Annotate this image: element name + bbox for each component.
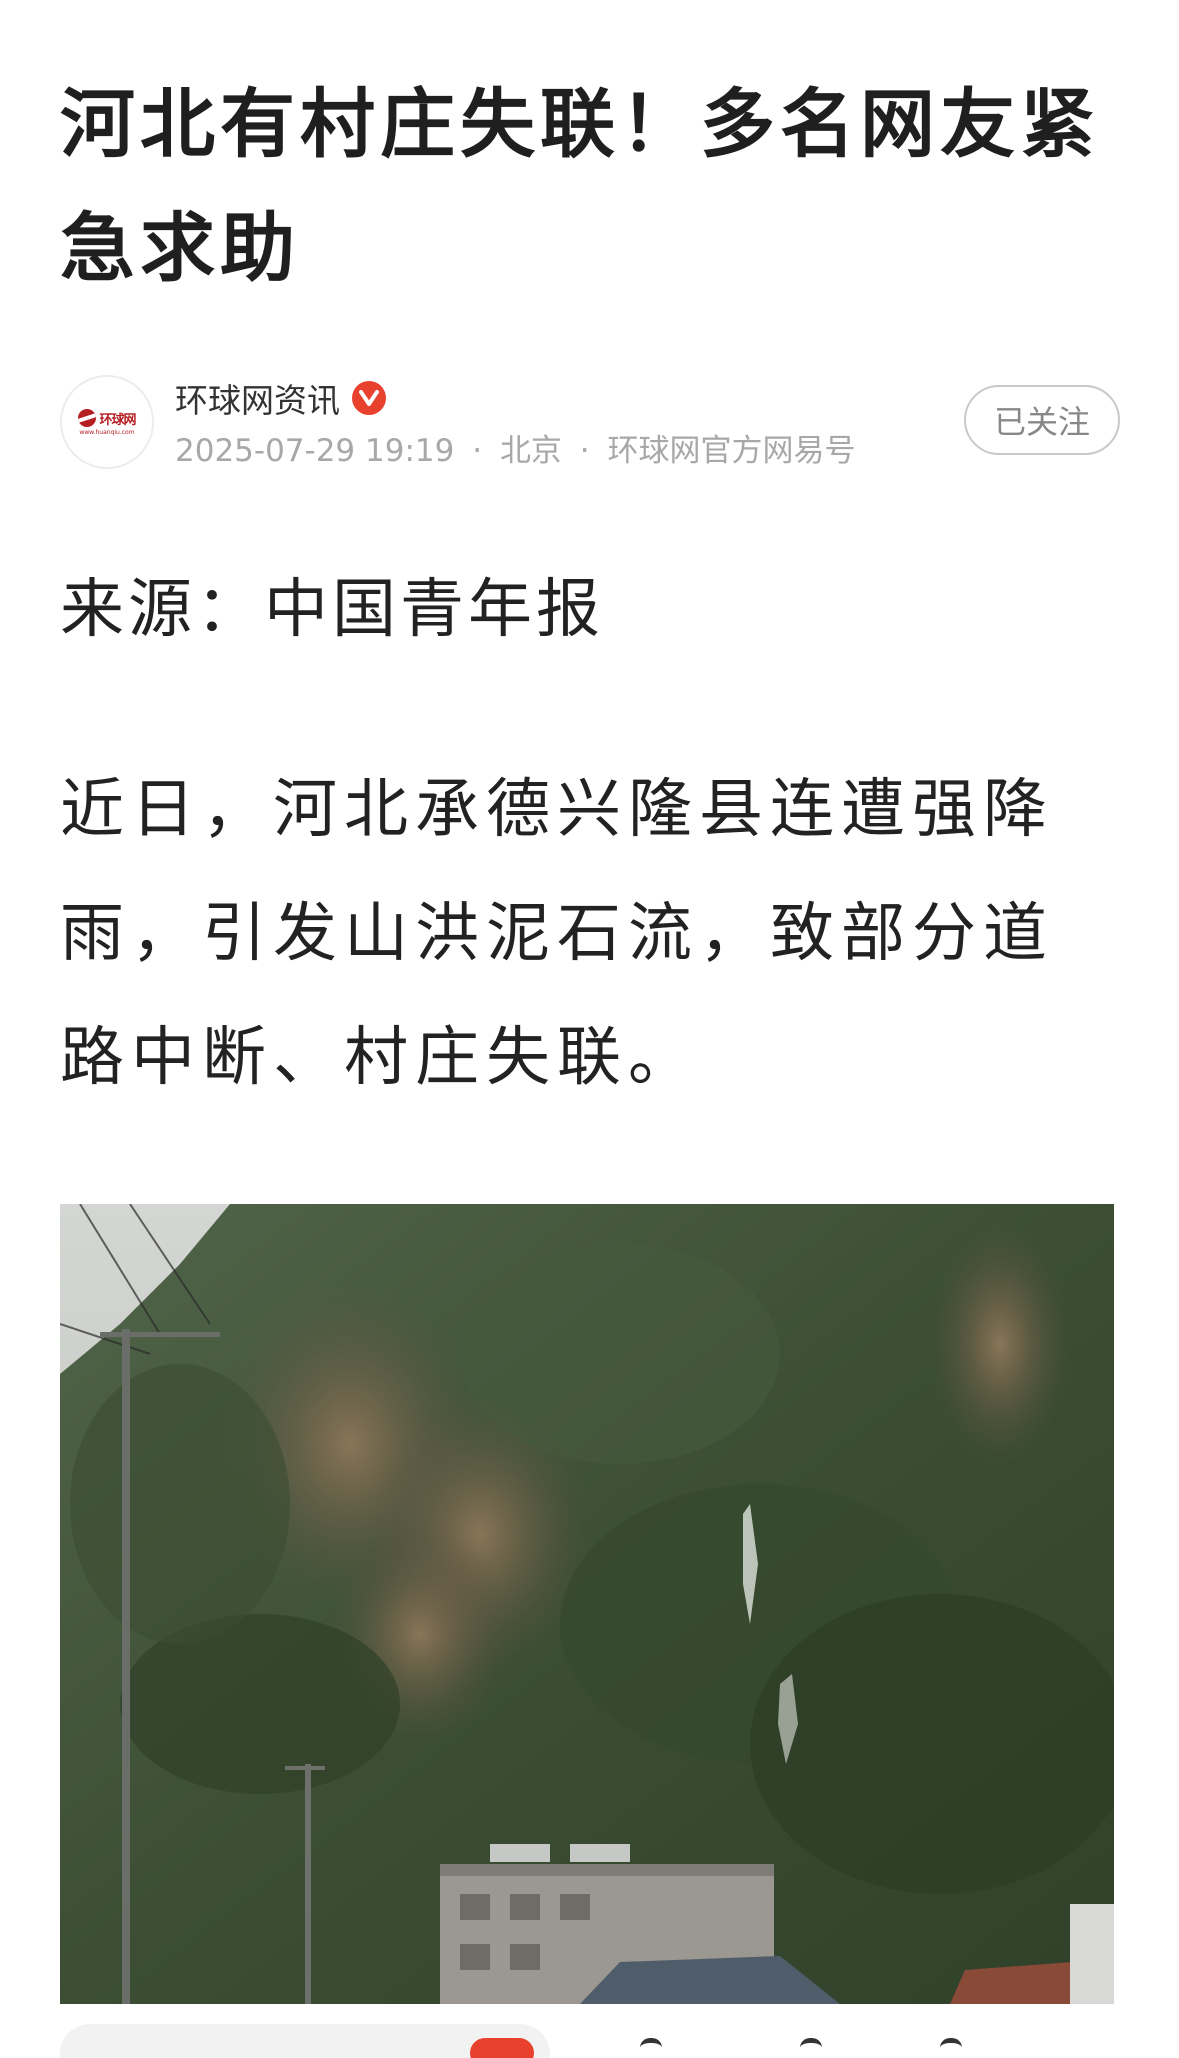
mountain-landslide-photo[interactable] <box>60 1204 1114 2004</box>
article-source: 来源：中国青年报 <box>60 573 604 647</box>
bottom-action-bar <box>0 2018 1179 2058</box>
publish-datetime: 2025-07-29 19:19 <box>175 433 455 469</box>
comment-count-badge[interactable] <box>470 2038 534 2058</box>
avatar-logo-url: www.huanqiu.com <box>79 428 135 436</box>
publish-location: 北京 <box>499 433 562 469</box>
like-icon[interactable] <box>940 2038 962 2055</box>
follow-button[interactable]: 已关注 <box>964 385 1120 455</box>
author-row[interactable]: 环球网 www.huanqiu.com 环球网资讯 2025-07-29 19:… <box>60 373 1120 473</box>
article-meta: 2025-07-29 19:19 · 北京 · 环球网官方网易号 <box>175 425 856 470</box>
article-body-paragraph: 近日，河北承德兴隆县连遭强降雨，引发山洪泥石流，致部分道路中断、村庄失联。 <box>60 773 1054 1095</box>
avatar-logo-text: 环球网 <box>99 412 136 428</box>
author-avatar[interactable]: 环球网 www.huanqiu.com <box>60 375 154 469</box>
publish-platform: 环球网官方网易号 <box>607 433 856 469</box>
huanqiu-logo: 环球网 <box>78 409 137 428</box>
author-name[interactable]: 环球网资讯 <box>175 374 340 422</box>
article-title: 河北有村庄失联！多名网友紧急求助 <box>60 80 1101 292</box>
verified-v-icon <box>352 381 386 415</box>
article-page: 河北有村庄失联！多名网友紧急求助 环球网 www.huanqiu.com 环球网… <box>0 0 1179 2058</box>
globe-icon <box>78 409 97 427</box>
photo-illustration <box>60 1204 1114 2004</box>
meta-separator: · <box>472 433 483 469</box>
author-name-wrap[interactable]: 环球网资讯 <box>175 373 386 423</box>
meta-separator: · <box>579 433 590 469</box>
favorite-icon[interactable] <box>800 2038 822 2055</box>
share-icon[interactable] <box>640 2038 662 2055</box>
